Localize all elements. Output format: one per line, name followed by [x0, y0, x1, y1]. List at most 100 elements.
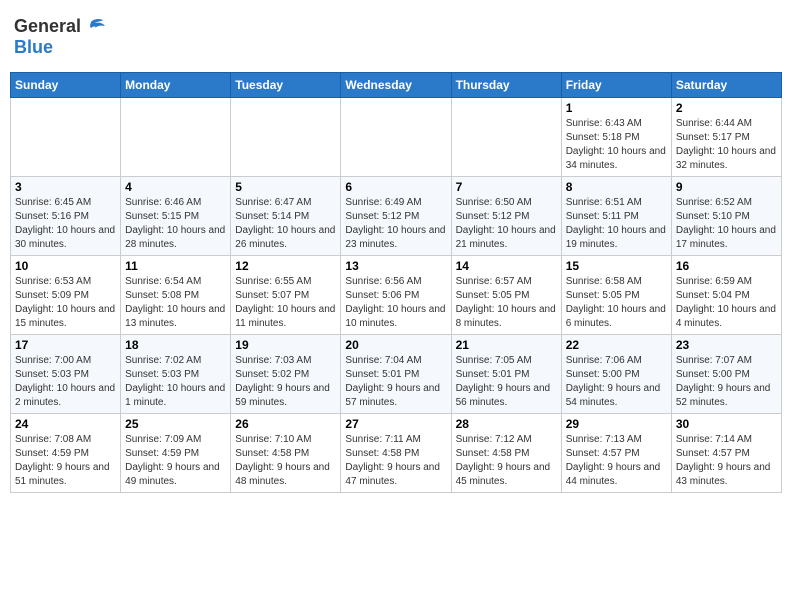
calendar-day-30: 30 Sunrise: 7:14 AM Sunset: 4:57 PM Dayli… [671, 414, 781, 493]
day-number: 27 [345, 417, 446, 431]
day-info: Sunrise: 6:55 AM Sunset: 5:07 PM Dayligh… [235, 275, 336, 331]
calendar-day-17: 17Sunrise: 7:00 AM Sunset: 5:03 PM Dayli… [11, 335, 121, 414]
calendar-day-16: 16 Sunrise: 6:59 AM Sunset: 5:04 PM Dayli… [671, 256, 781, 335]
logo: General Blue [14, 16, 105, 58]
day-info: Sunrise: 7:06 AM Sunset: 5:00 PM Dayligh… [566, 354, 667, 410]
calendar-empty-cell [341, 98, 451, 177]
day-number: 5 [235, 180, 336, 194]
day-info: Sunrise: 6:46 AM Sunset: 5:15 PM Dayligh… [125, 196, 226, 252]
day-number: 21 [456, 338, 557, 352]
day-number: 11 [125, 259, 226, 273]
day-number: 23 [676, 338, 777, 352]
day-number: 14 [456, 259, 557, 273]
calendar-empty-cell [451, 98, 561, 177]
day-info: Sunrise: 6:58 AM Sunset: 5:05 PM Dayligh… [566, 275, 667, 331]
calendar-day-4: 4 Sunrise: 6:46 AM Sunset: 5:15 PM Daylig… [121, 177, 231, 256]
day-number: 16 [676, 259, 777, 273]
day-info: Sunrise: 7:08 AM Sunset: 4:59 PM Dayligh… [15, 433, 116, 489]
calendar-day-9: 9 Sunrise: 6:52 AM Sunset: 5:10 PM Daylig… [671, 177, 781, 256]
calendar-day-7: 7 Sunrise: 6:50 AM Sunset: 5:12 PM Daylig… [451, 177, 561, 256]
day-info: Sunrise: 6:57 AM Sunset: 5:05 PM Dayligh… [456, 275, 557, 331]
day-info: Sunrise: 6:59 AM Sunset: 5:04 PM Dayligh… [676, 275, 777, 331]
calendar-day-25: 25 Sunrise: 7:09 AM Sunset: 4:59 PM Dayli… [121, 414, 231, 493]
calendar-header-row: SundayMondayTuesdayWednesdayThursdayFrid… [11, 73, 782, 98]
calendar-day-5: 5Sunrise: 6:47 AM Sunset: 5:14 PM Daylig… [231, 177, 341, 256]
day-number: 25 [125, 417, 226, 431]
calendar-week-row: 24 Sunrise: 7:08 AM Sunset: 4:59 PM Dayli… [11, 414, 782, 493]
calendar-week-row: 10 Sunrise: 6:53 AM Sunset: 5:09 PM Dayli… [11, 256, 782, 335]
calendar-day-18: 18 Sunrise: 7:02 AM Sunset: 5:03 PM Dayli… [121, 335, 231, 414]
calendar-empty-cell [11, 98, 121, 177]
day-number: 28 [456, 417, 557, 431]
calendar-header-monday: Monday [121, 73, 231, 98]
logo-blue-text: Blue [14, 37, 53, 57]
day-number: 26 [235, 417, 336, 431]
calendar-day-2: 2 Sunrise: 6:44 AM Sunset: 5:17 PM Daylig… [671, 98, 781, 177]
calendar-day-27: 27 Sunrise: 7:11 AM Sunset: 4:58 PM Dayli… [341, 414, 451, 493]
day-info: Sunrise: 6:51 AM Sunset: 5:11 PM Dayligh… [566, 196, 667, 252]
day-info: Sunrise: 7:04 AM Sunset: 5:01 PM Dayligh… [345, 354, 446, 410]
calendar-header-sunday: Sunday [11, 73, 121, 98]
calendar-day-20: 20 Sunrise: 7:04 AM Sunset: 5:01 PM Dayli… [341, 335, 451, 414]
day-number: 29 [566, 417, 667, 431]
calendar-day-26: 26Sunrise: 7:10 AM Sunset: 4:58 PM Dayli… [231, 414, 341, 493]
day-number: 4 [125, 180, 226, 194]
day-info: Sunrise: 6:43 AM Sunset: 5:18 PM Dayligh… [566, 117, 667, 173]
calendar-header-tuesday: Tuesday [231, 73, 341, 98]
day-number: 18 [125, 338, 226, 352]
logo-bird-icon [83, 18, 105, 36]
day-number: 9 [676, 180, 777, 194]
logo-general-text: General [14, 16, 81, 37]
calendar-header-friday: Friday [561, 73, 671, 98]
calendar-day-6: 6Sunrise: 6:49 AM Sunset: 5:12 PM Daylig… [341, 177, 451, 256]
calendar-header-wednesday: Wednesday [341, 73, 451, 98]
calendar-header-thursday: Thursday [451, 73, 561, 98]
day-info: Sunrise: 7:14 AM Sunset: 4:57 PM Dayligh… [676, 433, 777, 489]
calendar-empty-cell [231, 98, 341, 177]
day-number: 7 [456, 180, 557, 194]
day-info: Sunrise: 6:50 AM Sunset: 5:12 PM Dayligh… [456, 196, 557, 252]
calendar-day-13: 13 Sunrise: 6:56 AM Sunset: 5:06 PM Dayli… [341, 256, 451, 335]
header: General Blue [10, 10, 782, 64]
calendar-day-1: 1 Sunrise: 6:43 AM Sunset: 5:18 PM Daylig… [561, 98, 671, 177]
day-info: Sunrise: 7:03 AM Sunset: 5:02 PM Dayligh… [235, 354, 336, 410]
day-info: Sunrise: 7:02 AM Sunset: 5:03 PM Dayligh… [125, 354, 226, 410]
calendar-day-12: 12 Sunrise: 6:55 AM Sunset: 5:07 PM Dayli… [231, 256, 341, 335]
calendar-week-row: 1 Sunrise: 6:43 AM Sunset: 5:18 PM Daylig… [11, 98, 782, 177]
calendar-header-saturday: Saturday [671, 73, 781, 98]
calendar-day-8: 8Sunrise: 6:51 AM Sunset: 5:11 PM Daylig… [561, 177, 671, 256]
calendar-day-24: 24 Sunrise: 7:08 AM Sunset: 4:59 PM Dayli… [11, 414, 121, 493]
day-number: 3 [15, 180, 116, 194]
day-info: Sunrise: 6:44 AM Sunset: 5:17 PM Dayligh… [676, 117, 777, 173]
day-number: 10 [15, 259, 116, 273]
day-info: Sunrise: 7:05 AM Sunset: 5:01 PM Dayligh… [456, 354, 557, 410]
day-info: Sunrise: 7:09 AM Sunset: 4:59 PM Dayligh… [125, 433, 226, 489]
calendar-day-11: 11 Sunrise: 6:54 AM Sunset: 5:08 PM Dayli… [121, 256, 231, 335]
day-info: Sunrise: 7:13 AM Sunset: 4:57 PM Dayligh… [566, 433, 667, 489]
day-number: 1 [566, 101, 667, 115]
calendar-empty-cell [121, 98, 231, 177]
day-info: Sunrise: 6:52 AM Sunset: 5:10 PM Dayligh… [676, 196, 777, 252]
calendar-day-23: 23Sunrise: 7:07 AM Sunset: 5:00 PM Dayli… [671, 335, 781, 414]
calendar-day-28: 28Sunrise: 7:12 AM Sunset: 4:58 PM Dayli… [451, 414, 561, 493]
day-info: Sunrise: 7:11 AM Sunset: 4:58 PM Dayligh… [345, 433, 446, 489]
day-number: 6 [345, 180, 446, 194]
calendar-day-10: 10 Sunrise: 6:53 AM Sunset: 5:09 PM Dayli… [11, 256, 121, 335]
day-number: 2 [676, 101, 777, 115]
day-number: 12 [235, 259, 336, 273]
day-number: 24 [15, 417, 116, 431]
day-number: 13 [345, 259, 446, 273]
day-number: 30 [676, 417, 777, 431]
day-info: Sunrise: 6:53 AM Sunset: 5:09 PM Dayligh… [15, 275, 116, 331]
calendar-day-15: 15Sunrise: 6:58 AM Sunset: 5:05 PM Dayli… [561, 256, 671, 335]
day-number: 17 [15, 338, 116, 352]
calendar-day-19: 19Sunrise: 7:03 AM Sunset: 5:02 PM Dayli… [231, 335, 341, 414]
calendar-day-21: 21 Sunrise: 7:05 AM Sunset: 5:01 PM Dayli… [451, 335, 561, 414]
calendar-week-row: 17Sunrise: 7:00 AM Sunset: 5:03 PM Dayli… [11, 335, 782, 414]
day-number: 20 [345, 338, 446, 352]
calendar-table: SundayMondayTuesdayWednesdayThursdayFrid… [10, 72, 782, 493]
day-info: Sunrise: 6:45 AM Sunset: 5:16 PM Dayligh… [15, 196, 116, 252]
day-info: Sunrise: 6:54 AM Sunset: 5:08 PM Dayligh… [125, 275, 226, 331]
day-info: Sunrise: 6:56 AM Sunset: 5:06 PM Dayligh… [345, 275, 446, 331]
day-number: 22 [566, 338, 667, 352]
